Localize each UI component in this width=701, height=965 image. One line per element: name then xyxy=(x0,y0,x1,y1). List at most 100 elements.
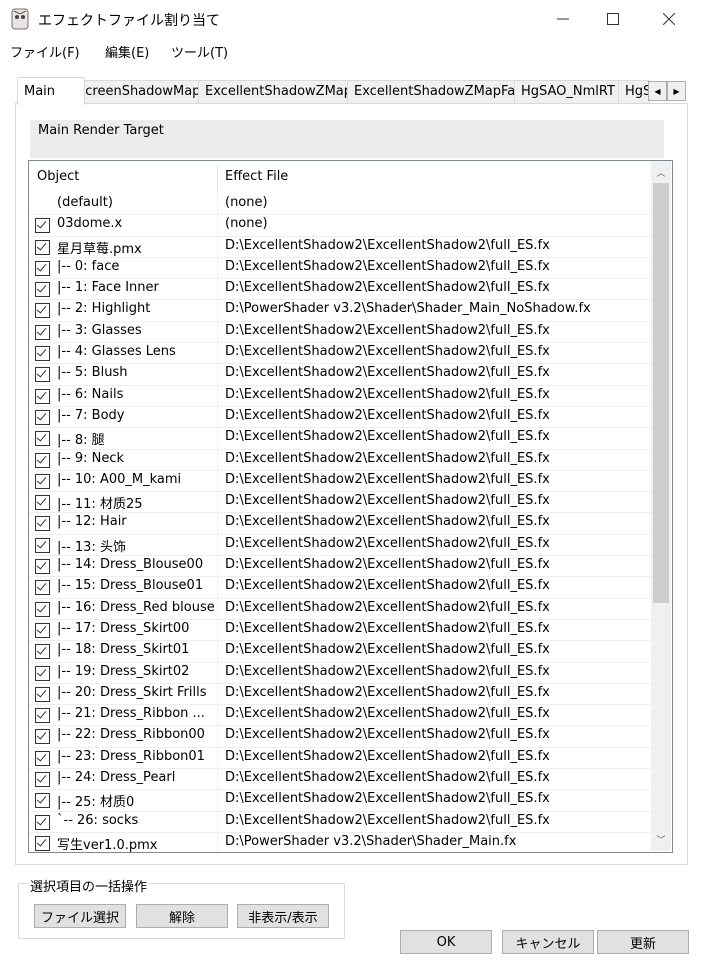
column-separator xyxy=(217,343,218,364)
row-checkbox[interactable] xyxy=(35,282,50,298)
list-item[interactable]: |-- 14: Dress_Blouse00 D:\ExcellentShadow… xyxy=(29,556,651,578)
list-item[interactable]: |-- 16: Dress_Red blouse D:\ExcellentShad… xyxy=(29,598,651,620)
list-item[interactable]: |-- 19: Dress_Skirt02 D:\ExcellentShadow2… xyxy=(29,662,651,684)
row-checkbox[interactable] xyxy=(35,793,50,809)
object-cell: |-- 6: Nails xyxy=(57,386,124,402)
minimize-button[interactable] xyxy=(540,0,586,38)
row-checkbox[interactable] xyxy=(35,644,50,660)
row-checkbox[interactable] xyxy=(35,452,50,468)
row-checkbox[interactable] xyxy=(35,750,50,766)
update-button[interactable]: 更新 xyxy=(597,930,689,954)
release-button[interactable]: 解除 xyxy=(136,904,228,928)
list-item[interactable]: |-- 8: 腿 D:\ExcellentShadow2\ExcellentSha… xyxy=(29,428,651,450)
list-item[interactable]: |-- 18: Dress_Skirt01 D:\ExcellentShadow2… xyxy=(29,641,651,663)
row-checkbox[interactable] xyxy=(35,559,50,575)
row-checkbox[interactable] xyxy=(35,772,50,788)
menu-file[interactable]: ファイル(F) xyxy=(10,42,80,61)
tab-main[interactable]: Main xyxy=(17,77,85,105)
tab-screenshadowmap[interactable]: ScreenShadowMap xyxy=(70,80,200,103)
row-checkbox[interactable] xyxy=(35,324,50,340)
list-item[interactable]: 星月草莓.pmx D:\ExcellentShadow2\ExcellentSha… xyxy=(29,236,651,258)
effect-file-cell: (none) xyxy=(225,195,268,210)
select-file-button[interactable]: ファイル選択 xyxy=(34,904,126,928)
list-item[interactable]: 03dome.x (none) xyxy=(29,215,651,237)
row-checkbox[interactable] xyxy=(35,537,50,553)
tab-excellentshadowzmapfar[interactable]: ExcellentShadowZMapFar xyxy=(347,80,515,103)
row-checkbox[interactable] xyxy=(35,580,50,596)
effect-assignment-list[interactable]: Object Effect File (default) (none) 03dome… xyxy=(28,160,673,853)
scroll-thumb[interactable] xyxy=(653,183,669,603)
list-item[interactable]: 写生ver1.0.pmx D:\PowerShader v3.2\Shader\S… xyxy=(29,832,651,852)
row-checkbox[interactable] xyxy=(35,708,50,724)
toggle-visibility-button[interactable]: 非表示/表示 xyxy=(237,904,329,928)
maximize-button[interactable] xyxy=(590,0,636,38)
row-checkbox[interactable] xyxy=(35,346,50,362)
list-item[interactable]: |-- 22: Dress_Ribbon00 D:\ExcellentShadow… xyxy=(29,726,651,748)
tab-scroll-right-button[interactable]: ▶ xyxy=(667,81,686,101)
row-checkbox[interactable] xyxy=(35,495,50,511)
scroll-down-button[interactable]: ﹀ xyxy=(651,829,671,849)
list-item[interactable]: |-- 12: Hair D:\ExcellentShadow2\Excellen… xyxy=(29,513,651,535)
row-checkbox[interactable] xyxy=(35,431,50,447)
list-item[interactable]: |-- 23: Dress_Ribbon01 D:\ExcellentShadow… xyxy=(29,747,651,770)
list-item[interactable]: |-- 20: Dress_Skirt Frills D:\ExcellentSh… xyxy=(29,683,651,706)
list-item[interactable]: |-- 5: Blush D:\ExcellentShadow2\Excellen… xyxy=(29,364,651,386)
row-checkbox[interactable] xyxy=(35,729,50,745)
row-checkbox[interactable] xyxy=(35,686,50,702)
effect-file-cell: D:\ExcellentShadow2\ExcellentShadow2\ful… xyxy=(225,365,550,381)
list-item[interactable]: |-- 25: 材质0 D:\ExcellentShadow2\Excellent… xyxy=(29,790,651,812)
column-separator xyxy=(217,257,218,279)
menu-tools[interactable]: ツール(T) xyxy=(171,42,228,61)
list-item[interactable]: |-- 0: face D:\ExcellentShadow2\Excellent… xyxy=(29,257,651,280)
ok-button[interactable]: OK xyxy=(400,930,492,954)
list-item[interactable]: |-- 2: Highlight D:\PowerShader v3.2\Shad… xyxy=(29,300,651,322)
effect-file-cell: D:\ExcellentShadow2\ExcellentShadow2\ful… xyxy=(225,344,550,360)
row-checkbox[interactable] xyxy=(35,239,50,255)
tab-hgsao-nmlrt[interactable]: HgSAO_NmlRT xyxy=(514,80,620,103)
object-cell: |-- 0: face xyxy=(57,258,120,274)
row-checkbox[interactable] xyxy=(35,835,50,851)
list-item[interactable]: |-- 1: Face Inner D:\ExcellentShadow2\Exc… xyxy=(29,279,651,301)
list-item[interactable]: |-- 3: Glasses D:\ExcellentShadow2\Excell… xyxy=(29,321,651,344)
object-cell: |-- 25: 材质0 xyxy=(57,795,135,811)
column-separator xyxy=(217,513,218,534)
close-button[interactable] xyxy=(646,0,692,38)
row-checkbox[interactable] xyxy=(35,409,50,425)
list-item[interactable]: |-- 21: Dress_Ribbon ... D:\ExcellentShad… xyxy=(29,705,651,727)
row-checkbox[interactable] xyxy=(35,601,50,617)
column-separator xyxy=(217,321,218,343)
tab-excellentshadowzmap[interactable]: ExcellentShadowZMap xyxy=(198,80,348,103)
menu-edit[interactable]: 編集(E) xyxy=(105,42,149,61)
list-item[interactable]: (default) (none) xyxy=(29,194,651,216)
list-item[interactable]: |-- 4: Glasses Lens D:\ExcellentShadow2\E… xyxy=(29,343,651,365)
column-separator xyxy=(217,747,218,769)
list-item[interactable]: |-- 10: A00_M_kami D:\ExcellentShadow2\Ex… xyxy=(29,470,651,493)
list-item[interactable]: |-- 17: Dress_Skirt00 D:\ExcellentShadow2… xyxy=(29,619,651,642)
tab-hgs[interactable]: HgS xyxy=(618,80,650,103)
row-checkbox[interactable] xyxy=(35,516,50,532)
cancel-button[interactable]: キャンセル xyxy=(502,930,594,954)
row-checkbox[interactable] xyxy=(35,218,50,234)
row-checkbox[interactable] xyxy=(35,388,50,404)
list-item[interactable]: |-- 9: Neck D:\ExcellentShadow2\Excellent… xyxy=(29,449,651,471)
list-item[interactable]: |-- 11: 材质25 D:\ExcellentShadow2\Excellen… xyxy=(29,492,651,514)
scroll-up-button[interactable]: ︿ xyxy=(651,162,671,182)
row-checkbox[interactable] xyxy=(35,303,50,319)
row-checkbox[interactable] xyxy=(35,473,50,489)
list-item[interactable]: |-- 6: Nails D:\ExcellentShadow2\Excellen… xyxy=(29,385,651,407)
row-checkbox[interactable] xyxy=(35,622,50,638)
column-header-effect[interactable]: Effect File xyxy=(225,161,288,193)
list-item[interactable]: |-- 24: Dress_Pearl D:\ExcellentShadow2\E… xyxy=(29,769,651,791)
list-item[interactable]: `-- 26: socks D:\ExcellentShadow2\Excelle… xyxy=(29,811,651,833)
column-header-object[interactable]: Object xyxy=(37,161,79,193)
tab-scroll-left-button[interactable]: ◀ xyxy=(648,81,667,101)
row-checkbox[interactable] xyxy=(35,665,50,681)
list-item[interactable]: |-- 13: 头饰 D:\ExcellentShadow2\ExcellentS… xyxy=(29,534,651,557)
column-divider[interactable] xyxy=(217,164,218,194)
row-checkbox[interactable] xyxy=(35,814,50,830)
row-checkbox[interactable] xyxy=(35,260,50,276)
list-item[interactable]: |-- 7: Body D:\ExcellentShadow2\Excellent… xyxy=(29,406,651,429)
bulk-operations-label: 選択項目の一括操作 xyxy=(28,876,150,895)
row-checkbox[interactable] xyxy=(35,367,50,383)
list-item[interactable]: |-- 15: Dress_Blouse01 D:\ExcellentShadow… xyxy=(29,577,651,599)
